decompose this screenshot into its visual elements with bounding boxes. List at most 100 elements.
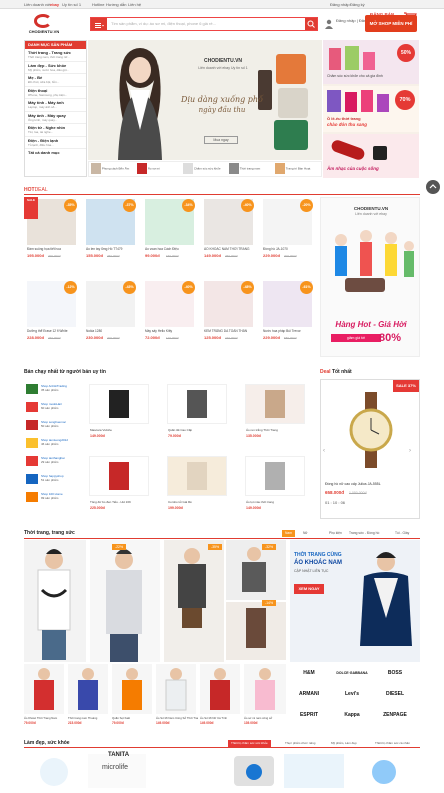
beauty-tab[interactable]: Thiết bị chăm sóc sức khỏe (228, 740, 271, 747)
thumb-3[interactable]: Chăm sóc sức khỏe (183, 163, 227, 176)
fashion-item-name[interactable]: Áo Khoác Thời Trang Nam (24, 716, 66, 720)
brand-logo[interactable]: ZENPAGE (378, 706, 412, 724)
promo-fashion[interactable]: 70% Ồ lê-ếu thời trang chào đón thu sang (323, 86, 419, 132)
thumb-5[interactable]: Trang trí Bàn Hoạt (275, 163, 321, 176)
bestsell-product-card[interactable]: Combo tủi Giá Rẻ 199.000đ (162, 454, 232, 516)
guide-link[interactable]: Hướng dẫn (106, 0, 126, 9)
sidebar-item-mom-baby[interactable]: Mẹ - Bé Đồ chơi, sữa bột, bỉm... (25, 74, 86, 87)
partner-tail: Uy tín số 1 (62, 2, 82, 7)
shop-item[interactable]: Shop happyshop 51 sản phẩm (24, 472, 80, 488)
promo-health[interactable]: 50% Chăm sóc sức khỏe cho cả gia đình (323, 40, 419, 84)
thumb-1[interactable]: Phong cách Bến Ấm (91, 163, 135, 176)
banner-headline-2: ngày đầu thu (198, 106, 246, 114)
fashion-divider (24, 538, 420, 539)
contact-link[interactable]: Liên hệ (128, 0, 141, 9)
thumb-2[interactable]: Áo sơ mi (137, 163, 181, 176)
shop-text: Shop happyshop 51 sản phẩm (41, 474, 79, 482)
sidebar-item-all[interactable]: Tất cả danh mục (25, 149, 86, 162)
banner-cta-button[interactable]: Mua ngay (204, 136, 238, 144)
beauty-tab[interactable]: Thiết bị chăm sóc cá nhân (372, 740, 413, 747)
sidebar-item-fashion[interactable]: Thời trang - Trang sức Thời trang nam, th… (25, 49, 86, 62)
fashion-item-name[interactable]: Thời trang nam Thoáng (68, 716, 110, 720)
fashion-tab[interactable]: Phụ kiện (326, 530, 345, 537)
discount-badge: -37% (123, 199, 136, 212)
deal-prev-arrow[interactable]: ‹ (323, 448, 331, 458)
sidebar-item-electronics[interactable]: Điện tử - Nghe nhìn Tivi, loa, tai nghe..… (25, 124, 86, 137)
login-link[interactable]: Đăng nhập (330, 0, 350, 9)
fashion-tab[interactable]: Nam (282, 530, 295, 537)
jacket-banner-cta[interactable]: XEM NGAY (294, 584, 324, 594)
shop-text: Shop tamtuong2012 46 sản phẩm (41, 438, 79, 446)
search-input[interactable]: Tìm sản phẩm, ví dụ: áo sơ mi, điện thoạ… (111, 21, 216, 26)
fashion-jacket-banner[interactable]: THỜI TRANG CÙNG ÁO KHOÁC NAM CẬP NHẬT LI… (290, 540, 420, 662)
shop-item[interactable]: Shop 100 Home 99 sản phẩm (24, 490, 80, 506)
brand-logo[interactable]: DIESEL (378, 685, 412, 703)
bestsell-product-card[interactable]: Mascara Vivishe 149.000đ (84, 382, 154, 444)
fashion-item-name[interactable]: Áo Sơ Mi Nam Công Sở Thời Trang (156, 716, 198, 720)
product-name: ÁO KHOÁC NAM THỜI TRANG (204, 247, 250, 251)
sidebar-item-computer[interactable]: Máy tính - Máy ảnh Laptop, máy ảnh số... (25, 99, 86, 112)
fashion-item-name[interactable]: Quần Sọt Kaki (112, 716, 154, 720)
bestsell-product-card[interactable]: Quần tất Cao Cấp 79.000đ (162, 382, 232, 444)
promo-music[interactable]: Âm nhạc của cuộc sống (323, 134, 419, 178)
hotdeal-product-card[interactable]: -34% Áo voan hoa Cách Điệu 99.000đ 150.000đ (142, 197, 197, 265)
top-bar: Liên doanh với ebay Uy tín số 1 Hotline … (0, 0, 444, 9)
hotdeal-product-card[interactable]: -12% Dưỡng thể Erase 12 fl White 228.000đ 2… (24, 279, 79, 347)
fashion-tab[interactable]: Trang sức - Đồng hồ (346, 530, 382, 537)
hotdeal-product-card[interactable]: -20% Đồng hồ JA-1070 229.000đ 300.000đ (260, 197, 315, 265)
hotdeal-product-card[interactable]: -61% Nước hoa pháp Bùi Trevor 229.000đ 589.… (260, 279, 315, 347)
product-old-price: 250.000đ (225, 254, 238, 258)
shop-item[interactable]: Shop modoHair 60 sản phẩm (24, 400, 80, 416)
thumb-4-image (229, 163, 239, 174)
shop-logo (26, 492, 38, 502)
bestsell-product-card[interactable]: Tông đơ bo đen Tiểu - HH 169 225.000đ (84, 454, 154, 516)
category-dropdown[interactable] (91, 18, 107, 30)
fashion-item-name[interactable]: Áo sơ mi nam công sở (244, 716, 286, 720)
register-link[interactable]: Đăng ký (350, 0, 365, 9)
sidebar-item-camera[interactable]: Máy ảnh - Máy quay Ống kính, máy quay... (25, 112, 86, 124)
sidebar-item-phone[interactable]: Điện thoại iPhone, Samsung, phụ kiện... (25, 87, 86, 99)
fashion-tab[interactable]: Nữ (300, 530, 311, 537)
logo[interactable]: CHODIENTU.VN (24, 14, 64, 36)
product-name: Áo len tay lửng Hồ TT479 (86, 247, 123, 251)
bestsell-product-card[interactable]: Áo lọt màu thời trang 149.000đ (240, 454, 310, 516)
thumb-4[interactable]: Thời trang nam (229, 163, 273, 176)
search-button[interactable] (305, 18, 317, 30)
product-shape (265, 462, 285, 490)
user-icon[interactable] (324, 17, 334, 29)
hotdeal-product-card[interactable]: -43% Nokia 1280 230.000đ 400.000đ (83, 279, 138, 347)
shop-item[interactable]: Shop tamtuong2012 46 sản phẩm (24, 436, 80, 452)
hotline-link[interactable]: Hotline (92, 0, 104, 9)
brand-logo[interactable]: H&M (292, 664, 326, 682)
hotdeal-product-card[interactable]: -48% KEM TRẮNG DA TOÀN THÂN 125.000đ 240.00… (201, 279, 256, 347)
brand-logo[interactable]: ESPRIT (292, 706, 326, 724)
beauty-tab[interactable]: Thực phẩm chức năng (282, 740, 318, 747)
brand-logo[interactable]: Kappa (335, 706, 369, 724)
open-shop-button[interactable]: MỞ SHOP MIỄN PHÍ (365, 15, 417, 32)
hotdeal-side-banner[interactable]: CHODIENTU.VN Liên doanh với ebay Hàng Ho… (320, 197, 420, 357)
brand-logo[interactable]: ARMANI (292, 685, 326, 703)
shop-item[interactable]: Shop AnhHiTrading 35 sản phẩm (24, 382, 80, 398)
brand-logo[interactable]: BOSS (378, 664, 412, 682)
hero-banner[interactable]: CHODIENTU.VN Liên doanh với ebay Uy tín … (88, 40, 322, 160)
scroll-top-button[interactable] (426, 180, 440, 194)
shop-item[interactable]: Shop songhuemoc 50 sản phẩm (24, 418, 80, 434)
promo-music-caption: Âm nhạc của cuộc sống (327, 166, 379, 171)
hotdeal-product-card[interactable]: -40% ÁO KHOÁC NAM THỜI TRANG 149.000đ 250.0… (201, 197, 256, 265)
brand-logo[interactable]: DOLCE·GABBANA (335, 664, 369, 682)
hotdeal-product-card[interactable]: -40% Máy sấy Hello Kitty 72.000đ 120.000đ (142, 279, 197, 347)
fashion-title: Thời trang, trang sức (24, 530, 75, 536)
brand-logo[interactable]: Levi's (335, 685, 369, 703)
sidebar-item-appliances[interactable]: Điện - Điện lạnh Tủ lạnh, điều hòa... (25, 137, 86, 149)
sidebar-item-beauty[interactable]: Làm đẹp - Sức khỏe Mỹ phẩm, nước hoa, dầu… (25, 62, 86, 74)
beauty-tab[interactable]: Mỹ phẩm, Làm đẹp (328, 740, 360, 747)
deal-old-price: 1.050.000đ (349, 491, 367, 495)
shop-count: 46 sản phẩm (41, 442, 59, 446)
best-deal-box[interactable]: SALE 37% Đồng hồ nữ cao cấp Julius JA-55… (320, 379, 420, 519)
hotdeal-product-card[interactable]: -37% Áo len tay lửng Hồ TT479 155.000đ 250.… (83, 197, 138, 265)
fashion-item-name[interactable]: Áo Sơ Mi Nữ Cá Tính (200, 716, 242, 720)
shop-item[interactable]: Shop tanthanghai 29 sản phẩm (24, 454, 80, 470)
fashion-tab[interactable]: Túi - Giày (392, 530, 412, 537)
deal-next-arrow[interactable]: › (409, 448, 417, 458)
bestsell-product-card[interactable]: Áo ren trắng Thời Trang 135.000đ (240, 382, 310, 444)
